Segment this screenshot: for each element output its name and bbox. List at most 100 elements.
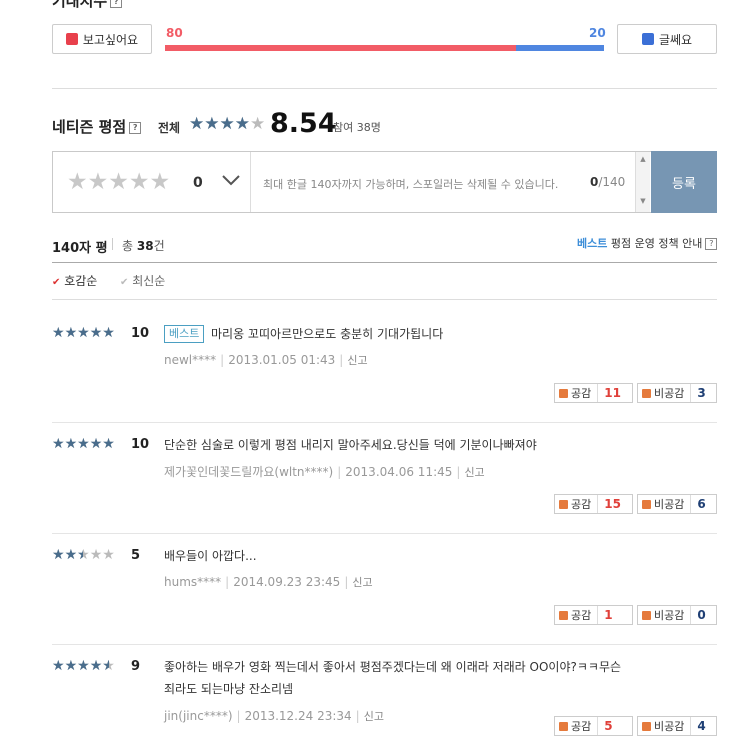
star-icon: ★★: [204, 114, 220, 134]
dislike-label: 비공감: [654, 609, 685, 622]
vote-divider: [597, 606, 599, 624]
review-score: 10: [131, 326, 150, 341]
like-button[interactable]: 공감 5: [554, 716, 633, 736]
like-button[interactable]: 공감 15: [554, 494, 633, 514]
policy-text: 평점 운영 정책 안내: [607, 237, 703, 250]
star-icon: ★★: [89, 325, 103, 341]
scroll-up-icon[interactable]: ▲: [636, 155, 650, 163]
star-icon: ★★: [64, 658, 78, 674]
like-count: 5: [604, 719, 613, 733]
star-icon: ★: [89, 547, 103, 563]
star-icon: ★★: [189, 114, 205, 134]
star-icon: ★★: [89, 658, 103, 674]
meta-separator: |: [355, 709, 360, 723]
review-date: 2014.09.23 23:45: [233, 575, 341, 589]
review-text: 좋아하는 배우가 영화 찍는데서 좋아서 평점주겠다는데 왜 이래라 저래라 O…: [164, 660, 622, 674]
help-icon[interactable]: ?: [129, 121, 142, 134]
sort-divider: [52, 299, 717, 300]
vote-divider: [597, 384, 599, 402]
star-icon: ★★: [77, 325, 90, 341]
like-button[interactable]: 공감 1: [554, 605, 633, 625]
dislike-label: 비공감: [654, 720, 685, 733]
dislike-button[interactable]: 비공감 0: [637, 605, 717, 625]
like-count: 15: [604, 497, 621, 511]
star-icon: ★★: [102, 325, 115, 341]
chevron-down-icon[interactable]: [220, 169, 242, 191]
like-label: 공감: [571, 387, 592, 400]
input-star-selector[interactable]: ★★★★★: [67, 169, 170, 195]
section-divider: [52, 88, 717, 89]
scrollbar[interactable]: ▲ ▼: [635, 152, 650, 212]
review-divider: [52, 533, 717, 534]
review-user[interactable]: hums****: [164, 575, 221, 589]
star-icon: ★★: [77, 658, 90, 674]
review-stars: ★★★★★★★★★★: [52, 658, 115, 674]
like-count: 11: [604, 386, 621, 400]
star-icon: ★: [87, 169, 109, 195]
star-icon: ★: [102, 547, 115, 563]
review-text: 마리옹 꼬띠아르만으로도 충분히 기대가됩니다: [211, 327, 444, 341]
average-stars: ★ ★ ★ ★ ★ ★ ★ ★ ★: [189, 114, 265, 134]
list-header-divider: [52, 262, 717, 263]
review-user[interactable]: newl****: [164, 353, 216, 367]
review-meta: 제가꽃인데꽃드릴까요(wltn****) | 2013.04.06 11:45 | 신고: [164, 463, 485, 480]
star-icon: ★★: [89, 436, 103, 452]
dislike-label: 비공감: [654, 498, 685, 511]
dislike-label-wrap: 비공감: [638, 385, 690, 401]
meh-button[interactable]: 글쎄요: [617, 24, 717, 54]
like-button[interactable]: 공감 11: [554, 383, 633, 403]
meta-separator: |: [456, 465, 461, 479]
meh-count: 20: [589, 26, 606, 40]
sort-recent-tab[interactable]: ✔ 최신순: [120, 272, 165, 289]
report-link[interactable]: 신고: [352, 576, 372, 589]
thumbs-up-icon: [559, 388, 568, 398]
dislike-button[interactable]: 비공감 6: [637, 494, 717, 514]
submit-button[interactable]: 등록: [651, 151, 717, 213]
scroll-down-icon[interactable]: ▼: [636, 197, 650, 205]
help-icon[interactable]: ?: [110, 0, 123, 8]
review-divider: [52, 644, 717, 645]
dislike-button[interactable]: 비공감 3: [637, 383, 717, 403]
dislike-label-wrap: 비공감: [638, 607, 690, 623]
want-button[interactable]: 보고싶어요: [52, 24, 152, 54]
review-user[interactable]: 제가꽃인데꽃드릴까요(wltn****): [164, 465, 333, 479]
sort-likes-tab[interactable]: ✔ 호감순: [52, 272, 97, 289]
report-link[interactable]: 신고: [464, 466, 484, 479]
comment-input[interactable]: 최대 한글 140자까지 가능하며, 스포일러는 삭제될 수 있습니다.: [263, 176, 558, 192]
review-divider: [52, 422, 717, 423]
average-score: 8.54: [270, 108, 337, 139]
thumbs-down-icon: [642, 610, 651, 620]
expect-title: 기대지수?: [52, 0, 123, 11]
char-counter: 0/140: [590, 175, 625, 189]
help-icon[interactable]: ?: [705, 238, 718, 250]
review-text: 배우들이 아깝다...: [164, 549, 257, 563]
review-text: 단순한 심술로 이렇게 평점 내리지 말아주세요.당신들 덕에 기분이나빠져야: [164, 438, 537, 452]
star-icon: ★: [250, 114, 266, 134]
star-icon: ★★: [52, 658, 65, 674]
review-user[interactable]: jin(jinc****): [164, 709, 233, 723]
review-text-line2: 죄라도 되는마냥 잔소리넴: [164, 682, 294, 696]
like-label-wrap: 공감: [555, 718, 597, 734]
list-item: [52, 544, 717, 644]
like-label-wrap: 공감: [555, 496, 597, 512]
want-count: 80: [166, 26, 183, 40]
report-link[interactable]: 신고: [347, 354, 367, 367]
meh-label: 글쎄요: [658, 32, 693, 47]
meta-separator: |: [220, 353, 225, 367]
thumbs-down-icon: [641, 33, 654, 45]
thumbs-up-icon: [65, 33, 78, 45]
meta-separator: |: [339, 353, 344, 367]
star-icon: ★★: [219, 114, 235, 134]
review-stars: ★★★★★★★★★★: [52, 436, 115, 452]
star-icon: ★★: [77, 547, 90, 563]
star-icon: ★★: [64, 325, 78, 341]
dislike-label: 비공감: [654, 387, 685, 400]
policy-link[interactable]: 베스트 평점 운영 정책 안내?: [577, 235, 718, 251]
star-icon: ★★: [52, 436, 65, 452]
sort-likes-label: 호감순: [64, 274, 98, 288]
dislike-button[interactable]: 비공감 4: [637, 716, 717, 736]
report-link[interactable]: 신고: [364, 710, 384, 723]
vote-divider: [690, 495, 692, 513]
all-label: 전체: [158, 121, 181, 135]
star-icon: ★: [67, 169, 88, 195]
